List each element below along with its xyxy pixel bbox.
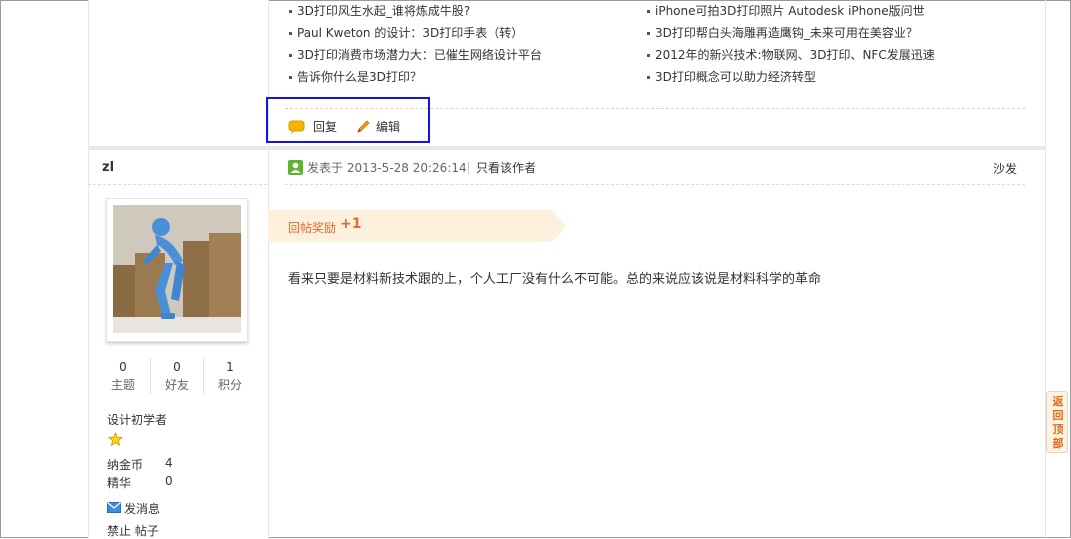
separator xyxy=(468,162,469,174)
back-to-top-char[interactable]: 回 xyxy=(1051,409,1065,422)
avatar-figure-image xyxy=(113,205,241,333)
bullet-icon xyxy=(647,76,650,79)
back-to-top-char[interactable]: 返 xyxy=(1051,395,1065,408)
essence-row: 精华 0 xyxy=(107,474,173,491)
post-separator xyxy=(88,146,1046,150)
author-name[interactable]: zl xyxy=(102,160,114,175)
back-to-top-char[interactable]: 部 xyxy=(1051,437,1065,450)
coins-row: 纳金币 4 xyxy=(107,456,173,473)
content-border xyxy=(1045,0,1046,538)
essence-label: 精华 xyxy=(107,476,132,490)
stat-value[interactable]: 0 xyxy=(151,358,203,376)
edit-label[interactable]: 编辑 xyxy=(376,120,400,134)
stat-label[interactable]: 主题 xyxy=(97,376,149,394)
reply-label[interactable]: 回复 xyxy=(313,120,337,134)
stat-label[interactable]: 好友 xyxy=(151,376,203,394)
related-links-left: 3D打印风生水起_谁将炼成牛股? Paul Kweton 的设计：3D打印手表（… xyxy=(289,5,542,93)
related-link[interactable]: 告诉你什么是3D打印？ xyxy=(289,71,542,93)
related-link-text[interactable]: 2012年的新兴技术:物联网、3D打印、NFC发展迅速 xyxy=(655,48,935,62)
reward-value: +1 xyxy=(340,216,362,232)
post-content: 看来只要是材料新技术跟的上，个人工厂没有什么不可能。总的来说应该说是材料科学的革… xyxy=(288,272,822,287)
bullet-icon xyxy=(647,32,650,35)
bullet-icon xyxy=(289,76,292,79)
stat-threads[interactable]: 0 主题 xyxy=(97,358,149,394)
related-link[interactable]: 3D打印帮白头海雕再造鹰钩_未来可用在美容业？ xyxy=(647,27,935,49)
stat-friends[interactable]: 0 好友 xyxy=(151,358,203,394)
related-link[interactable]: 3D打印概念可以助力经济转型 xyxy=(647,71,935,93)
related-link[interactable]: 2012年的新兴技术:物联网、3D打印、NFC发展迅速 xyxy=(647,49,935,71)
bullet-icon xyxy=(647,10,650,13)
essence-value: 0 xyxy=(165,474,173,488)
related-link-text[interactable]: 3D打印帮白头海雕再造鹰钩_未来可用在美容业？ xyxy=(655,26,918,40)
bullet-icon xyxy=(289,10,292,13)
bullet-icon xyxy=(289,32,292,35)
star-icon xyxy=(108,432,123,447)
reply-icon xyxy=(288,120,305,134)
bullet-icon xyxy=(289,54,292,57)
user-icon-glyph xyxy=(290,162,301,173)
only-author-link[interactable]: 只看该作者 xyxy=(476,160,536,176)
stat-value[interactable]: 1 xyxy=(204,358,256,376)
divider xyxy=(88,184,267,185)
coins-label: 纳金币 xyxy=(107,458,144,472)
user-icon xyxy=(288,160,303,175)
avatar-image[interactable] xyxy=(113,205,241,333)
related-link[interactable]: Paul Kweton 的设计：3D打印手表（转） xyxy=(289,27,542,49)
related-link-text[interactable]: 告诉你什么是3D打印？ xyxy=(297,70,422,84)
related-link-text[interactable]: Paul Kweton 的设计：3D打印手表（转） xyxy=(297,26,523,40)
stat-label[interactable]: 积分 xyxy=(204,376,256,394)
coins-value: 4 xyxy=(165,456,173,470)
divider xyxy=(285,184,1025,185)
avatar[interactable] xyxy=(106,198,248,342)
pencil-icon xyxy=(357,120,370,133)
related-link-text[interactable]: iPhone可拍3D打印照片 Autodesk iPhone版问世 xyxy=(655,4,925,18)
bullet-icon xyxy=(647,54,650,57)
related-link-text[interactable]: 3D打印消费市场潜力大：已催生网络设计平台 xyxy=(297,48,542,62)
reward-ribbon: 回帖奖励 +1 xyxy=(268,210,566,245)
reward-label: 回帖奖励 xyxy=(288,221,337,235)
stat-points[interactable]: 1 积分 xyxy=(204,358,256,394)
related-link-text[interactable]: 3D打印概念可以助力经济转型 xyxy=(655,70,816,84)
send-message-label[interactable]: 发消息 xyxy=(124,500,160,517)
back-to-top-char[interactable]: 顶 xyxy=(1051,423,1065,436)
related-link-text[interactable]: 3D打印风生水起_谁将炼成牛股? xyxy=(297,4,470,18)
stat-value[interactable]: 0 xyxy=(97,358,149,376)
related-link[interactable]: 3D打印消费市场潜力大：已催生网络设计平台 xyxy=(289,49,542,71)
user-stats: 0 主题 0 好友 1 积分 xyxy=(97,358,257,394)
related-link[interactable]: iPhone可拍3D打印照片 Autodesk iPhone版问世 xyxy=(647,5,935,27)
user-level[interactable]: 设计初学者 xyxy=(107,411,167,428)
post-timestamp: 发表于 2013-5-28 20:26:14 xyxy=(307,161,467,175)
back-to-top-button[interactable]: 返 回 顶 部 xyxy=(1046,391,1068,453)
floor-label[interactable]: 沙发 xyxy=(993,160,1017,177)
related-links-right: iPhone可拍3D打印照片 Autodesk iPhone版问世 3D打印帮白… xyxy=(647,5,935,93)
ban-links[interactable]: 禁止 帖子 xyxy=(107,522,159,539)
envelope-icon xyxy=(107,502,121,513)
related-link[interactable]: 3D打印风生水起_谁将炼成牛股? xyxy=(289,5,542,27)
